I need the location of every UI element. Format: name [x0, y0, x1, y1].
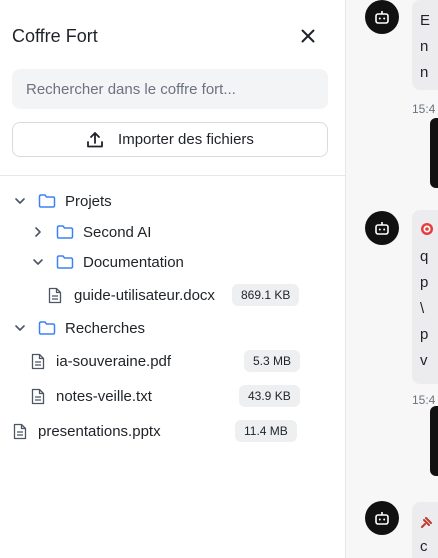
- file-icon: [31, 388, 45, 404]
- folder-label: Second AI: [83, 223, 152, 241]
- chevron-down-icon: [15, 325, 25, 331]
- file-icon: [48, 287, 62, 303]
- tree-folder-recherches[interactable]: Recherches: [12, 314, 145, 342]
- file-label: ia-souveraine.pdf: [56, 352, 172, 370]
- bot-icon: [375, 512, 389, 525]
- tree-folder-second-ai[interactable]: Second AI: [30, 218, 151, 246]
- message-text: q: [420, 248, 429, 265]
- chat-message-bubble: c: [412, 502, 438, 558]
- file-label: presentations.pptx: [38, 422, 161, 440]
- target-icon: [420, 222, 434, 240]
- panel-title: Coffre Fort: [12, 26, 98, 46]
- bot-avatar: [365, 211, 399, 245]
- bot-avatar: [365, 0, 399, 34]
- tree-folder-projets[interactable]: Projets: [12, 187, 112, 215]
- file-label: notes-veille.txt: [56, 387, 152, 405]
- tree-folder-documentation[interactable]: Documentation: [30, 248, 184, 276]
- vault-panel: Coffre Fort Importer des fichiers Projet…: [0, 0, 346, 558]
- file-label: guide-utilisateur.docx: [74, 286, 215, 304]
- chat-area: E n n 15:4 q p \ p v 15:4 c: [346, 0, 438, 558]
- folder-label: Projets: [65, 192, 112, 210]
- tree-file-notes-veille[interactable]: notes-veille.txt: [31, 382, 152, 410]
- message-text: \: [420, 300, 425, 317]
- pin-icon: [420, 516, 432, 533]
- dark-block: [430, 406, 438, 476]
- tree-file-guide[interactable]: guide-utilisateur.docx: [48, 281, 215, 309]
- message-text: n: [420, 38, 429, 55]
- message-text: c: [420, 538, 428, 555]
- chat-message-bubble: q p \ p v: [412, 210, 438, 384]
- message-text: E: [420, 12, 431, 29]
- message-timestamp: 15:4: [412, 393, 436, 407]
- file-size-badge: 5.3 MB: [244, 350, 301, 372]
- message-text: p: [420, 274, 429, 291]
- upload-icon: [87, 131, 103, 147]
- chevron-right-icon: [35, 227, 41, 237]
- file-size-badge: 11.4 MB: [235, 420, 297, 442]
- file-size-badge: 869.1 KB: [232, 284, 300, 306]
- folder-label: Documentation: [83, 253, 184, 271]
- bot-icon: [375, 222, 389, 235]
- divider: [0, 175, 345, 176]
- tree-file-presentations[interactable]: presentations.pptx: [13, 417, 161, 445]
- message-text: p: [420, 326, 429, 343]
- tree-file-ia-souveraine[interactable]: ia-souveraine.pdf: [31, 347, 171, 375]
- chevron-down-icon: [15, 198, 25, 204]
- folder-icon: [56, 255, 74, 269]
- file-icon: [13, 423, 27, 439]
- file-size-badge: 43.9 KB: [239, 385, 300, 407]
- folder-icon: [38, 194, 56, 208]
- message-timestamp: 15:4: [412, 102, 436, 116]
- chat-message-bubble: E n n: [412, 0, 438, 90]
- import-files-label: Importer des fichiers: [118, 131, 254, 148]
- bot-avatar: [365, 501, 399, 535]
- folder-icon: [38, 321, 56, 335]
- bot-icon: [375, 11, 389, 24]
- dark-block: [430, 118, 438, 188]
- import-files-button[interactable]: Importer des fichiers: [12, 122, 328, 157]
- close-button[interactable]: [296, 24, 320, 48]
- folder-label: Recherches: [65, 319, 146, 337]
- chevron-down-icon: [33, 259, 43, 265]
- search-input[interactable]: [12, 69, 328, 109]
- folder-icon: [56, 225, 74, 239]
- close-icon: [301, 29, 315, 43]
- message-text: v: [420, 352, 428, 369]
- message-text: n: [420, 64, 429, 81]
- file-icon: [31, 353, 45, 369]
